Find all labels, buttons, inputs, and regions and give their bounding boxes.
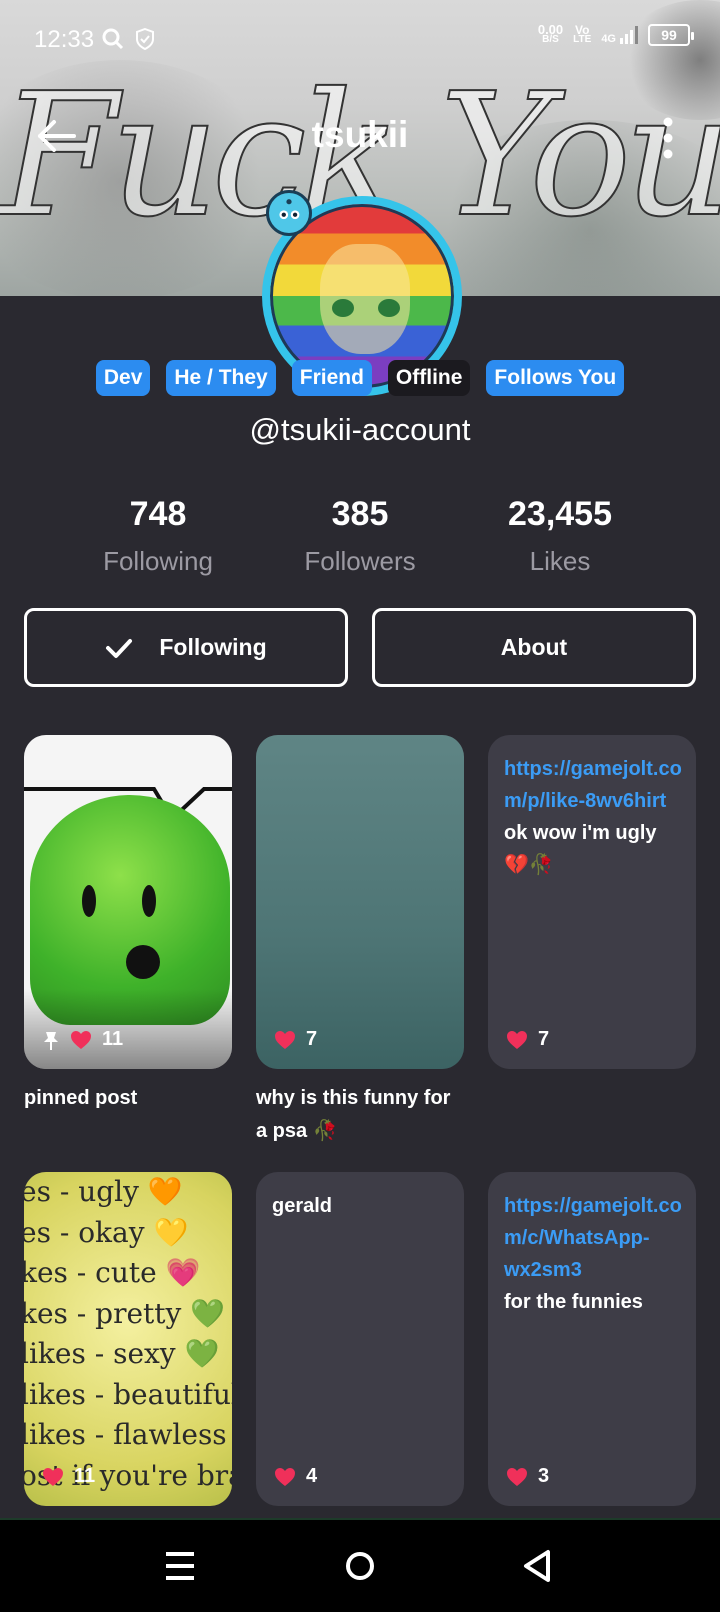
heart-icon	[507, 1467, 527, 1486]
heart-icon	[275, 1030, 295, 1049]
post-link[interactable]: https://gamejolt.com/p/like-8wv6hirt	[504, 753, 682, 817]
post-card[interactable]: 7	[256, 735, 464, 1069]
stat-likes[interactable]: 23,455 Likes	[460, 495, 660, 577]
heart-icon	[71, 1030, 91, 1049]
profile-tags: Dev He / They Friend Offline Follows You	[0, 360, 720, 396]
heart-icon	[507, 1030, 527, 1049]
post-image-text: es - ugly 🧡 es - okay 💛 kes - cute 💗 kes…	[24, 1175, 232, 1492]
tag-dev: Dev	[95, 360, 151, 396]
about-button-label: About	[500, 634, 568, 660]
post-caption: pinned post	[24, 1087, 138, 1109]
recent-apps-icon[interactable]	[158, 1544, 202, 1588]
post-likes: 7	[506, 1028, 549, 1051]
following-label: Following	[103, 546, 213, 576]
post-caption: why is this funny for a psa 🥀	[256, 1087, 451, 1142]
tag-follows-you: Follows You	[486, 360, 625, 396]
likes-count: 23,455	[508, 495, 612, 533]
post-card-text[interactable]: https://gamejolt.com/c/WhatsApp-wx2sm3 f…	[488, 1172, 696, 1506]
following-count: 748	[129, 495, 187, 533]
post-likes: 7	[274, 1028, 317, 1051]
system-nav-bar	[0, 1520, 720, 1612]
following-button[interactable]: Following	[24, 608, 348, 687]
signal-icon: 4G	[601, 26, 638, 45]
post-likes: 3	[506, 1465, 549, 1488]
status-bar: 12:33 0.00 B/S Vo LTE 4G 99	[0, 0, 720, 80]
followers-label: Followers	[304, 546, 416, 576]
post-body: gerald	[272, 1195, 333, 1217]
post-card-pinned[interactable]: 11	[24, 735, 232, 1069]
profile-handle: @tsukii-account	[249, 412, 471, 447]
post-text: https://gamejolt.com/p/like-8wv6hirt ok …	[504, 753, 682, 881]
checkmark-icon	[106, 638, 133, 658]
tag-offline: Offline	[387, 360, 471, 396]
following-button-label: Following	[159, 634, 267, 660]
search-status-icon	[102, 28, 124, 50]
post-card-text[interactable]: https://gamejolt.com/p/like-8wv6hirt ok …	[488, 735, 696, 1069]
post-body: ok wow i'm ugly 💔🥀	[504, 822, 657, 876]
post-text: https://gamejolt.com/c/WhatsApp-wx2sm3 f…	[504, 1190, 682, 1318]
home-icon[interactable]	[338, 1544, 382, 1588]
post-link[interactable]: https://gamejolt.com/c/WhatsApp-wx2sm3	[504, 1190, 682, 1286]
heart-icon	[275, 1467, 295, 1486]
about-button[interactable]: About	[372, 608, 696, 687]
more-options-icon[interactable]	[656, 116, 680, 160]
shield-status-icon	[136, 28, 154, 50]
tag-pronouns: He / They	[166, 360, 276, 396]
likes-label: Likes	[529, 546, 591, 576]
volte-indicator: Vo LTE	[573, 23, 592, 45]
post-likes: 11	[42, 1028, 123, 1051]
post-body: for the funnies	[504, 1291, 643, 1313]
back-triangle-icon[interactable]	[516, 1544, 560, 1588]
avatar-frame-badge-icon	[266, 190, 312, 236]
pin-icon	[44, 1031, 58, 1050]
page-title: tsukii	[311, 114, 409, 155]
stat-followers[interactable]: 385 Followers	[260, 495, 460, 577]
heart-icon	[43, 1467, 63, 1486]
post-card-text[interactable]: gerald 4	[256, 1172, 464, 1506]
battery-icon: 99	[648, 24, 694, 46]
net-speed: 0.00 B/S	[537, 22, 564, 45]
stat-following[interactable]: 748 Following	[58, 495, 258, 577]
post-likes: 11	[42, 1465, 95, 1488]
status-time: 12:33	[34, 26, 95, 53]
post-likes: 4	[274, 1465, 317, 1488]
tag-friend: Friend	[291, 360, 372, 396]
followers-count: 385	[331, 495, 389, 533]
post-card[interactable]: es - ugly 🧡 es - okay 💛 kes - cute 💗 kes…	[24, 1172, 232, 1506]
